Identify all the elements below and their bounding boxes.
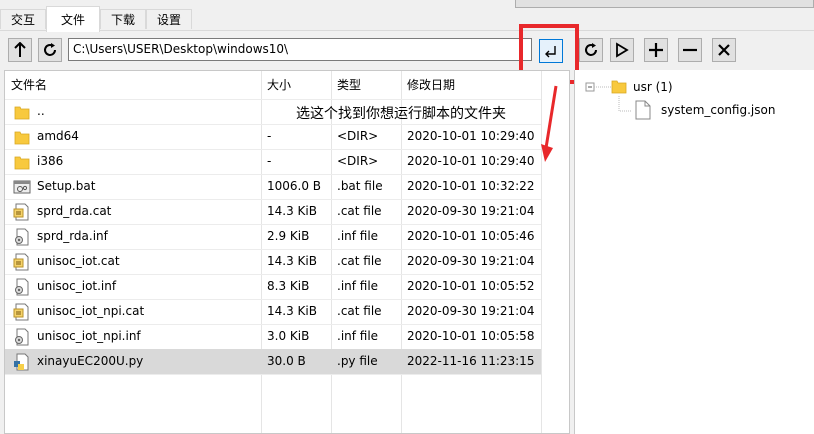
file-name-cell: amd64	[37, 129, 79, 143]
folder-icon	[13, 128, 31, 146]
file-icon	[635, 100, 651, 120]
file-size-cell: 2.9 KiB	[267, 229, 310, 243]
table-row[interactable]: sprd_rda.cat 14.3 KiB .cat file 2020-09-30 …	[5, 199, 541, 224]
tree-node-usr[interactable]: usr (1)	[633, 80, 673, 94]
folder-icon	[13, 153, 31, 171]
play-icon[interactable]	[610, 38, 634, 62]
file-date-cell: 2020-10-01 10:29:40	[407, 154, 535, 168]
tab-download[interactable]: 下载	[100, 9, 146, 29]
file-type-cell: .inf file	[337, 229, 379, 243]
inf-file-icon	[13, 328, 31, 346]
close-icon[interactable]	[712, 38, 736, 62]
python-file-icon	[13, 353, 31, 371]
inf-file-icon	[13, 278, 31, 296]
file-date-cell: 2020-10-01 10:32:22	[407, 179, 535, 193]
file-name-cell: xinayuEC200U.py	[37, 354, 144, 368]
file-type-cell: .cat file	[337, 304, 382, 318]
folder-icon	[13, 103, 31, 121]
file-type-cell: .cat file	[337, 204, 382, 218]
table-row[interactable]: amd64 - <DIR> 2020-10-01 10:29:40	[5, 124, 541, 149]
table-row[interactable]: xinayuEC200U.py 30.0 B .py file 2022-11-16 …	[5, 349, 541, 374]
file-name-cell: sprd_rda.inf	[37, 229, 108, 243]
file-size-cell: 8.3 KiB	[267, 279, 310, 293]
local-file-list[interactable]: 文件名 大小 类型 修改日期 .. amd64 - <DIR> 2020-10-01 1…	[4, 70, 570, 434]
file-type-cell: .py file	[337, 354, 378, 368]
table-row[interactable]: Setup.bat 1006.0 B .bat file 2020-10-01 10:…	[5, 174, 541, 199]
column-header-name[interactable]: 文件名	[5, 71, 261, 99]
file-name-cell: unisoc_iot.cat	[37, 254, 120, 268]
file-name-cell: Setup.bat	[37, 179, 96, 193]
column-header-type[interactable]: 类型	[331, 71, 401, 99]
catalog-file-icon	[13, 203, 31, 221]
file-name-cell: ..	[37, 104, 45, 118]
file-date-cell: 2020-09-30 19:21:04	[407, 204, 535, 218]
table-row[interactable]: sprd_rda.inf 2.9 KiB .inf file 2020-10-01 1…	[5, 224, 541, 249]
file-type-cell: <DIR>	[337, 154, 379, 168]
tab-interaction[interactable]: 交互	[0, 9, 46, 29]
file-type-cell: .bat file	[337, 179, 383, 193]
top-collapsed-bar	[515, 0, 814, 8]
table-row[interactable]: unisoc_iot.inf 8.3 KiB .inf file 2020-10-01…	[5, 274, 541, 299]
table-row[interactable]: unisoc_iot_npi.inf 3.0 KiB .inf file 2020-1…	[5, 324, 541, 349]
file-size-cell: 14.3 KiB	[267, 254, 317, 268]
file-size-cell: 14.3 KiB	[267, 204, 317, 218]
tree-node-system-config[interactable]: system_config.json	[661, 103, 775, 117]
table-row[interactable]: i386 - <DIR> 2020-10-01 10:29:40	[5, 149, 541, 174]
remote-refresh-icon[interactable]	[579, 38, 603, 62]
file-size-cell: 14.3 KiB	[267, 304, 317, 318]
table-row[interactable]: unisoc_iot_npi.cat 14.3 KiB .cat file 2020-…	[5, 299, 541, 324]
remote-file-tree[interactable]: usr (1) system_config.json	[574, 70, 814, 434]
file-date-cell: 2020-10-01 10:29:40	[407, 129, 535, 143]
catalog-file-icon	[13, 253, 31, 271]
up-arrow-icon[interactable]	[8, 38, 32, 62]
column-header-date[interactable]: 修改日期	[401, 71, 541, 99]
file-name-cell: unisoc_iot.inf	[37, 279, 117, 293]
file-date-cell: 2020-10-01 10:05:58	[407, 329, 535, 343]
file-name-cell: unisoc_iot_npi.inf	[37, 329, 141, 343]
file-name-cell: sprd_rda.cat	[37, 204, 112, 218]
file-size-cell: -	[267, 154, 272, 168]
batch-file-icon	[13, 178, 31, 196]
file-type-cell: .inf file	[337, 279, 379, 293]
file-size-cell: 3.0 KiB	[267, 329, 310, 343]
file-type-cell: <DIR>	[337, 129, 379, 143]
annotation-arrow	[541, 85, 558, 162]
file-date-cell: 2020-09-30 19:21:04	[407, 304, 535, 318]
column-header-size[interactable]: 大小	[261, 71, 331, 99]
file-type-cell: .cat file	[337, 254, 382, 268]
file-name-cell: unisoc_iot_npi.cat	[37, 304, 145, 318]
tab-settings[interactable]: 设置	[146, 9, 192, 29]
inf-file-icon	[13, 228, 31, 246]
file-date-cell: 2020-10-01 10:05:46	[407, 229, 535, 243]
refresh-icon[interactable]	[38, 38, 62, 62]
row-divider	[5, 374, 541, 375]
file-size-cell: 30.0 B	[267, 354, 306, 368]
catalog-file-icon	[13, 303, 31, 321]
annotation-text: 选这个找到你想运行脚本的文件夹	[296, 106, 506, 122]
table-row[interactable]: unisoc_iot.cat 14.3 KiB .cat file 2020-09-3…	[5, 249, 541, 274]
file-type-cell: .inf file	[337, 329, 379, 343]
tab-divider	[0, 30, 814, 31]
plus-icon[interactable]	[644, 38, 668, 62]
file-size-cell: -	[267, 129, 272, 143]
file-date-cell: 2022-11-16 11:23:15	[407, 354, 535, 368]
file-size-cell: 1006.0 B	[267, 179, 322, 193]
folder-icon	[611, 80, 627, 94]
file-name-cell: i386	[37, 154, 64, 168]
tab-files[interactable]: 文件	[46, 6, 100, 32]
file-date-cell: 2020-10-01 10:05:52	[407, 279, 535, 293]
file-date-cell: 2020-09-30 19:21:04	[407, 254, 535, 268]
minus-icon[interactable]	[678, 38, 702, 62]
local-path-input[interactable]: C:\Users\USER\Desktop\windows10\	[68, 38, 532, 61]
